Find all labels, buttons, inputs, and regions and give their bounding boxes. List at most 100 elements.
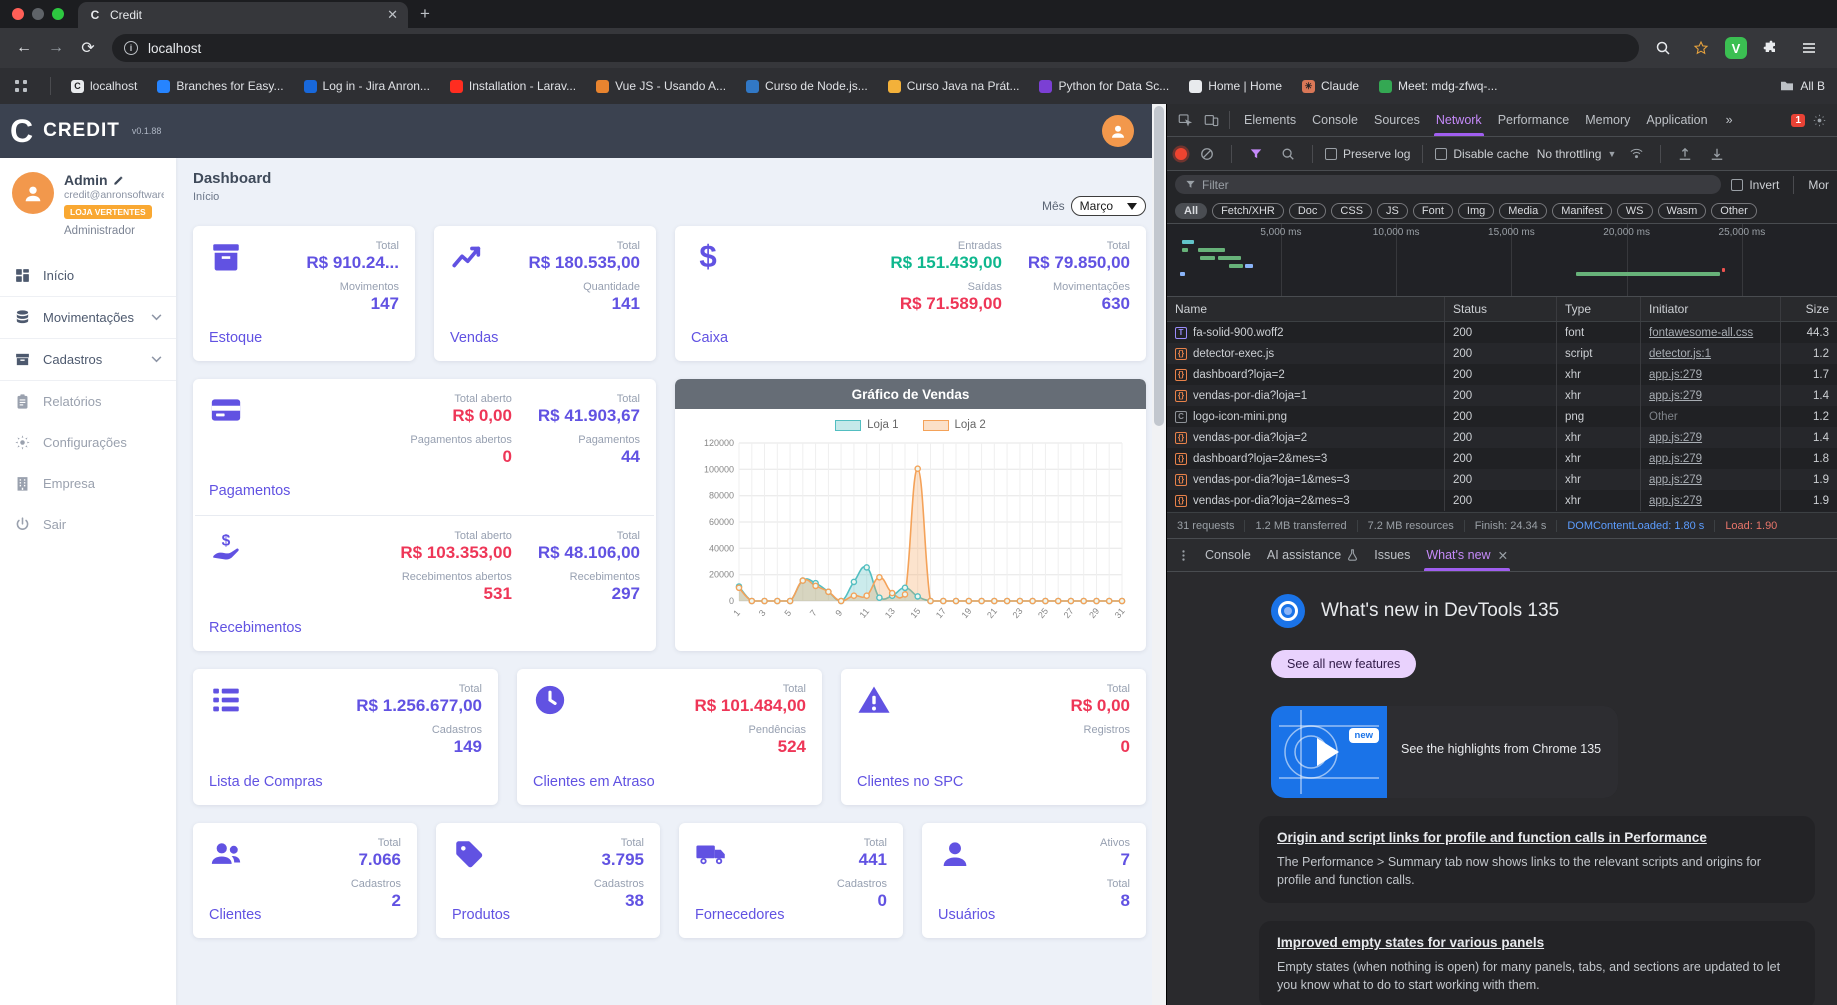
navbar-avatar[interactable]	[1102, 115, 1134, 147]
bookmark-item[interactable]: Vue JS - Usando A...	[596, 79, 726, 93]
highlights-video-card[interactable]: new See the highlights from Chrome 135	[1271, 706, 1618, 798]
bookmark-item[interactable]: Python for Data Sc...	[1039, 79, 1169, 93]
network-request-row[interactable]: Clogo-icon-mini.png 200 png Other 1.2	[1167, 406, 1837, 427]
network-request-row[interactable]: {} vendas-por-dia?loja=1&mes=3 200 xhr app.j…	[1167, 469, 1837, 490]
browser-menu-icon[interactable]	[1795, 34, 1823, 62]
search-network-icon[interactable]	[1276, 142, 1300, 166]
network-request-row[interactable]: Tfa-solid-900.woff2 200 font fontawesome-al…	[1167, 322, 1837, 343]
checkbox-icon[interactable]	[1435, 147, 1448, 160]
filter-chip-fetchxhr[interactable]: Fetch/XHR	[1212, 202, 1284, 219]
bookmark-item[interactable]: Curso Java na Prát...	[887, 79, 1019, 93]
column-header-type[interactable]: Type	[1557, 297, 1641, 321]
filter-chip-img[interactable]: Img	[1457, 202, 1495, 219]
sidebar-item-movimentacoes[interactable]: Movimentações	[0, 297, 176, 339]
throttling-select[interactable]: No throttling ▼	[1537, 147, 1617, 161]
minimize-window-button[interactable]	[32, 8, 44, 20]
sidebar-item-cadastros[interactable]: Cadastros	[0, 339, 176, 381]
filter-chip-ws[interactable]: WS	[1616, 202, 1653, 219]
extensions-puzzle-icon[interactable]	[1757, 34, 1785, 62]
inspect-element-icon[interactable]	[1173, 108, 1197, 132]
bookmark-star-icon[interactable]	[1687, 34, 1715, 62]
feature-heading[interactable]: Improved empty states for various panels	[1277, 935, 1797, 950]
record-network-log-icon[interactable]	[1175, 147, 1187, 160]
disable-cache-checkbox[interactable]: Disable cache	[1435, 147, 1529, 161]
network-request-row[interactable]: {} vendas-por-dia?loja=1 200 xhr app.js:279 1…	[1167, 385, 1837, 406]
bookmark-item[interactable]: Curso de Node.js...	[746, 79, 868, 93]
bookmark-item[interactable]: Home | Home	[1189, 79, 1282, 93]
filter-chip-js[interactable]: JS	[1377, 202, 1408, 219]
drawer-tab-issues[interactable]: Issues	[1366, 539, 1418, 571]
devtools-tab-console[interactable]: Console	[1304, 104, 1366, 136]
filter-chip-media[interactable]: Media	[1499, 202, 1548, 219]
devtools-tab-network[interactable]: Network	[1428, 104, 1490, 136]
network-request-row[interactable]: {} vendas-por-dia?loja=2 200 xhr app.js:279 1…	[1167, 427, 1837, 448]
initiator-link[interactable]: app.js:279	[1649, 495, 1702, 507]
initiator-link[interactable]: app.js:279	[1649, 369, 1702, 381]
scrollbar-thumb[interactable]	[1154, 106, 1164, 426]
network-request-row[interactable]: {} vendas-por-dia?loja=2&mes=3 200 xhr app.j…	[1167, 490, 1837, 511]
apps-grid-icon[interactable]	[12, 77, 30, 95]
zoom-window-button[interactable]	[52, 8, 64, 20]
bookmark-item[interactable]: Clocalhost	[71, 79, 137, 93]
export-har-icon[interactable]	[1705, 142, 1729, 166]
filter-chip-other[interactable]: Other	[1711, 202, 1757, 219]
devtools-tab-memory[interactable]: Memory	[1577, 104, 1638, 136]
all-bookmarks[interactable]: All B	[1780, 79, 1825, 93]
url-bar[interactable]: i localhost	[112, 34, 1639, 62]
clear-network-log-icon[interactable]	[1195, 142, 1219, 166]
column-header-initiator[interactable]: Initiator	[1641, 297, 1781, 321]
drawer-tab-ai-assistance[interactable]: AI assistance	[1259, 539, 1366, 571]
back-icon[interactable]: ←	[10, 34, 38, 62]
column-header-name[interactable]: Name	[1167, 297, 1445, 321]
initiator-link[interactable]: app.js:279	[1649, 390, 1702, 402]
see-all-features-button[interactable]: See all new features	[1271, 650, 1417, 678]
initiator-link[interactable]: detector.js:1	[1649, 348, 1711, 360]
drawer-tab-what-s-new[interactable]: What's new ✕	[1418, 539, 1516, 571]
devtools-tab-application[interactable]: Application	[1638, 104, 1715, 136]
drawer-tab-console[interactable]: Console	[1197, 539, 1259, 571]
traffic-lights[interactable]	[0, 8, 78, 28]
app-logo[interactable]: C CREDIT v0.1.88	[0, 113, 176, 150]
close-window-button[interactable]	[12, 8, 24, 20]
close-icon[interactable]: ✕	[1498, 548, 1508, 563]
devtools-tab-performance[interactable]: Performance	[1490, 104, 1578, 136]
search-icon[interactable]	[1649, 34, 1677, 62]
filter-chip-all[interactable]: All	[1175, 202, 1208, 219]
network-request-row[interactable]: {} detector-exec.js 200 script detector.js:1…	[1167, 343, 1837, 364]
reload-icon[interactable]: ⟳	[74, 34, 102, 62]
tab-close-icon[interactable]: ✕	[387, 7, 398, 23]
filter-funnel-icon[interactable]	[1244, 142, 1268, 166]
network-conditions-icon[interactable]	[1624, 142, 1648, 166]
sidebar-item-inicio[interactable]: Início	[0, 255, 176, 297]
column-header-size[interactable]: Size	[1781, 297, 1837, 321]
month-select[interactable]: Março	[1070, 196, 1146, 216]
network-overview[interactable]: 5,000 ms 10,000 ms 15,000 ms 20,000 ms 25,00…	[1167, 224, 1837, 297]
sidebar-item-sair[interactable]: Sair	[0, 504, 176, 545]
filter-chip-font[interactable]: Font	[1412, 202, 1453, 219]
bookmark-item[interactable]: Branches for Easy...	[157, 79, 284, 93]
initiator-link[interactable]: app.js:279	[1649, 453, 1702, 465]
device-toolbar-icon[interactable]	[1199, 108, 1223, 132]
checkbox-icon[interactable]	[1731, 178, 1744, 191]
site-info-icon[interactable]: i	[124, 41, 138, 55]
more-filters-label[interactable]: Mor	[1808, 178, 1829, 192]
sidebar-item-relatorios[interactable]: Relatórios	[0, 381, 176, 422]
feature-heading[interactable]: Origin and script links for profile and …	[1277, 830, 1797, 845]
filter-input[interactable]: Filter	[1175, 175, 1722, 194]
drawer-menu-dots-icon[interactable]	[1171, 543, 1195, 567]
page-scrollbar[interactable]	[1152, 104, 1166, 1005]
filter-chip-css[interactable]: CSS	[1331, 202, 1373, 219]
initiator-link[interactable]: app.js:279	[1649, 474, 1702, 486]
preserve-log-checkbox[interactable]: Preserve log	[1325, 147, 1410, 161]
column-header-status[interactable]: Status	[1445, 297, 1557, 321]
invert-checkbox[interactable]: Invert	[1731, 178, 1779, 192]
devtools-settings-gear-icon[interactable]	[1807, 108, 1831, 132]
filter-chip-wasm[interactable]: Wasm	[1657, 202, 1707, 219]
devtools-tab-elements[interactable]: Elements	[1236, 104, 1304, 136]
filter-chip-doc[interactable]: Doc	[1288, 202, 1327, 219]
import-har-icon[interactable]	[1673, 142, 1697, 166]
initiator-link[interactable]: fontawesome-all.css	[1649, 327, 1753, 339]
video-thumbnail[interactable]: new	[1271, 706, 1387, 798]
devtools-tab-sources[interactable]: Sources	[1366, 104, 1428, 136]
more-tabs-icon[interactable]: »	[1718, 104, 1741, 136]
